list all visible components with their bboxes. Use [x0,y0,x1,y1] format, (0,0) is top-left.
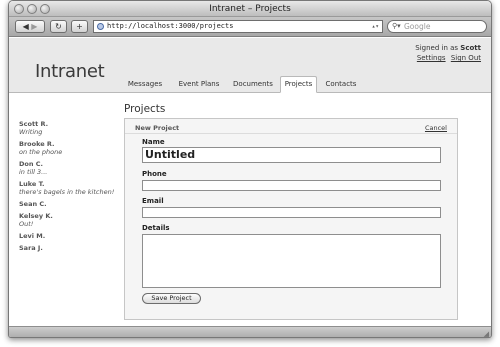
title-bar: Intranet – Projects [9,1,491,17]
person-status: Out! [19,220,34,228]
settings-link[interactable]: Settings [417,54,446,62]
search-field[interactable]: ⚲▾ Google [387,20,487,33]
url-dropdown-icon[interactable]: ▴▾ [372,21,379,32]
tab-documents[interactable]: Documents [229,77,277,93]
close-window-button[interactable] [14,4,24,14]
person-item[interactable]: Luke T. there's bagels in the kitchen! [19,180,119,196]
person-name: Don C. [19,160,43,168]
person-item[interactable]: Brooke R. on the phone [19,140,119,156]
page-title: Projects [124,103,166,115]
account-links: Settings Sign Out [414,54,481,62]
person-item[interactable]: Scott R. Writing [19,120,119,136]
new-project-form: New Project Cancel Name Untitled Phone E… [124,118,458,320]
reload-button[interactable]: ↻ [50,20,67,33]
add-bookmark-button[interactable]: + [71,20,88,33]
save-project-button[interactable]: Save Project [142,293,201,304]
back-forward-control: ◀ ▶ [15,20,45,33]
divider [125,133,457,134]
people-sidebar: Scott R. Writing Brooke R. on the phone … [19,120,119,256]
page-viewport: Intranet Signed in as Scott Settings Sig… [9,38,491,326]
person-status: in till 3... [19,168,48,176]
person-name: Sara J. [19,244,43,252]
reload-icon: ↻ [55,22,62,31]
status-bar: ◢ [9,326,491,337]
person-item[interactable]: Levi M. [19,232,119,240]
browser-toolbar: ◀ ▶ ↻ + http://localhost:3000/projects ▴… [9,17,491,37]
signed-in-text: Signed in as Scott [415,44,481,52]
person-item[interactable]: Kelsey K. Out! [19,212,119,228]
name-field[interactable]: Untitled [142,147,441,163]
person-status: there's bagels in the kitchen! [19,188,115,196]
email-label: Email [142,197,164,205]
person-status: on the phone [19,148,63,156]
url-text: http://localhost:3000/projects [107,22,234,30]
forward-icon[interactable]: ▶ [31,22,37,31]
details-label: Details [142,224,170,232]
person-item[interactable]: Sean C. [19,200,119,208]
name-label: Name [142,138,165,146]
details-textarea[interactable] [142,234,441,288]
search-placeholder: Google [404,22,431,31]
plus-icon: + [76,22,83,31]
cancel-link[interactable]: Cancel [425,124,447,132]
site-logo[interactable]: Intranet [35,61,105,82]
search-icon: ⚲▾ [392,22,401,30]
window-title: Intranet – Projects [209,4,291,14]
person-name: Brooke R. [19,140,55,148]
email-field[interactable] [142,207,441,218]
resize-grip-icon[interactable]: ◢ [484,330,489,337]
person-item[interactable]: Sara J. [19,244,119,252]
minimize-window-button[interactable] [27,4,37,14]
person-name: Luke T. [19,180,45,188]
sign-out-link[interactable]: Sign Out [451,54,481,62]
form-title: New Project [135,124,180,132]
back-icon[interactable]: ◀ [23,22,29,31]
site-header: Intranet Signed in as Scott Settings Sig… [9,38,491,93]
signed-in-prefix: Signed in as [415,44,459,52]
zoom-window-button[interactable] [40,4,50,14]
phone-field[interactable] [142,180,441,191]
phone-label: Phone [142,170,167,178]
tab-messages[interactable]: Messages [121,77,169,93]
url-bar[interactable]: http://localhost:3000/projects ▴▾ [93,20,383,33]
person-item[interactable]: Don C. in till 3... [19,160,119,176]
browser-window: Intranet – Projects ◀ ▶ ↻ + http://local… [8,0,492,338]
person-name: Kelsey K. [19,212,53,220]
signed-in-user: Scott [460,44,481,52]
person-status: Writing [19,128,43,136]
person-name: Scott R. [19,120,49,128]
tab-projects[interactable]: Projects [280,76,317,93]
tab-contacts[interactable]: Contacts [321,77,361,93]
person-name: Sean C. [19,200,47,208]
person-name: Levi M. [19,232,46,240]
tab-event-plans[interactable]: Event Plans [173,77,225,93]
globe-icon [97,23,104,30]
